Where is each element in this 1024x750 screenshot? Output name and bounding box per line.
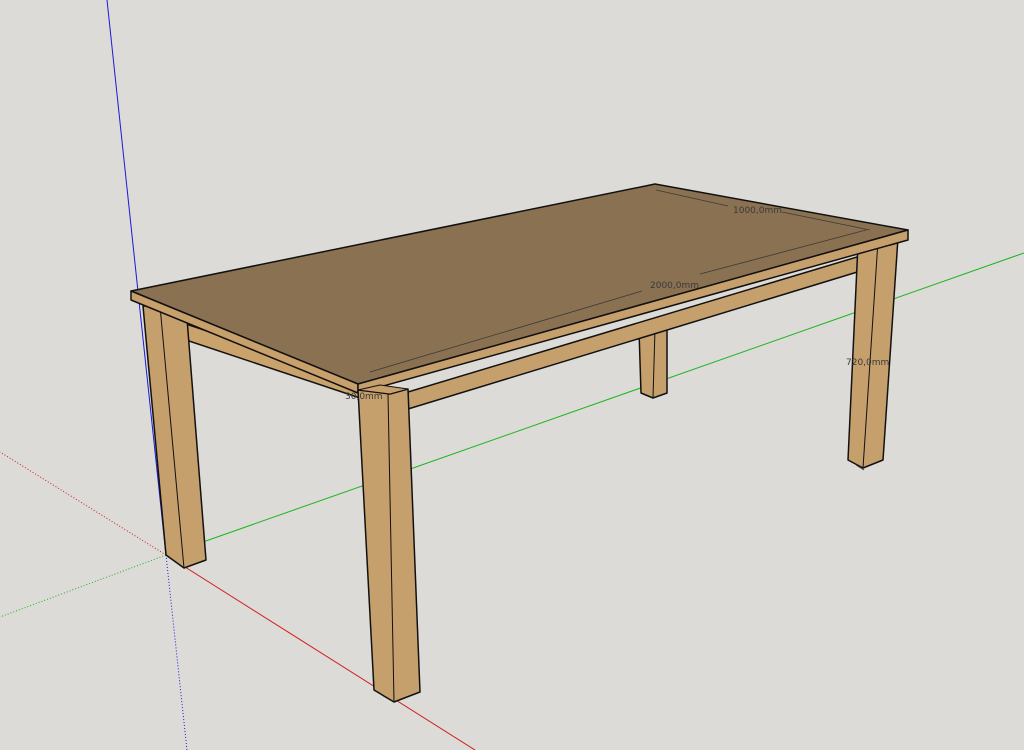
leg-back-left[interactable]	[142, 305, 207, 569]
green-axis-negative	[0, 554, 167, 618]
blue-axis	[106, 0, 167, 556]
dimension-width: 1000,0mm	[733, 206, 782, 216]
blue-axis-negative	[165, 554, 188, 750]
red-axis	[165, 554, 476, 750]
modeling-viewport[interactable]: 1000,0mm 2000,0mm 720,0mm 30,0mm	[0, 0, 1024, 750]
red-axis-negative	[0, 451, 167, 556]
leg-front[interactable]	[357, 384, 421, 703]
table-model[interactable]	[130, 183, 909, 703]
dimension-height: 720,0mm	[846, 358, 889, 368]
dimension-thickness: 30,0mm	[345, 392, 383, 402]
dimension-length: 2000,0mm	[650, 281, 699, 291]
